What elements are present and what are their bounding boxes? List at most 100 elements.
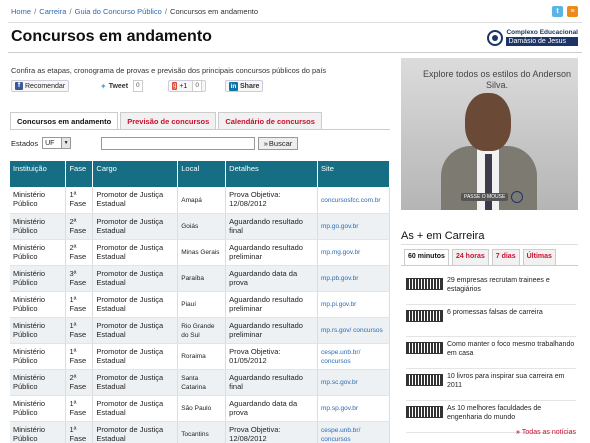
linkedin-label: Share [240,82,260,90]
cell-site[interactable]: concursosfcc.com.br [317,187,390,214]
list-item-title: Como manter o foco mesmo trabalhando em … [447,341,575,357]
ad-figure-tie [485,154,492,210]
popularity-bar [406,310,443,322]
cell-instituicao: Ministério Público [10,395,67,422]
cell-local: Piauí [177,291,227,318]
ad-hover-button[interactable]: PASSE O MOUSE [461,193,509,201]
cell-fase: 1ª Fase [65,395,94,422]
cell-instituicao: Ministério Público [10,291,67,318]
breadcrumb-guia[interactable]: Guia do Concurso Público [75,7,162,16]
cell-site[interactable]: mp.pi.gov.br [317,291,390,318]
facebook-recommend-button[interactable]: f Recomendar [11,80,70,92]
cell-fase: 2ª Fase [65,239,94,266]
cell-site[interactable]: mp.sp.gov.br [317,395,390,422]
todas-noticias-label: Todas as notícias [521,429,576,436]
logo-icon [487,29,504,46]
cell-site[interactable]: mp.rs.gov/ concursos [317,317,390,344]
concursos-table: Instituição Fase Cargo Local Detalhes Si… [10,161,390,443]
gplus-count: 0 [192,80,202,92]
facebook-label: Recomendar [25,82,66,90]
page-title: Concursos em andamento [11,28,212,45]
table-row: Ministério Público 1ª Fase Promotor de Jus… [10,291,390,318]
twitter-bird-icon: ✦ [100,81,107,91]
divider [401,244,578,245]
list-item[interactable]: 29 empresas recrutam trainees e estagiár… [406,273,576,305]
advertisement-banner[interactable]: Explore todos os estilos do Anderson Sil… [401,58,578,210]
breadcrumb-current: Concursos em andamento [170,7,259,16]
cell-local: Tocantins [177,421,227,443]
search-input[interactable] [101,137,255,150]
cell-fase: 1ª Fase [65,291,94,318]
popular-list: 29 empresas recrutam trainees e estagiár… [406,273,576,433]
concursos-tabs: Concursos em andamento Previsão de concu… [10,112,324,130]
twitter-icon[interactable]: t [552,6,563,17]
todas-noticias-link[interactable]: » Todas as notícias [516,429,576,436]
damasio-logo[interactable]: Complexo Educacional Damásio de Jesus [487,29,578,46]
chevron-down-icon: ▼ [61,138,71,148]
tab-ultimas[interactable]: Últimas [522,249,556,265]
cell-site[interactable]: mp.mg.gov.br [317,239,390,266]
header-fase: Fase [65,161,94,187]
tab-calendario[interactable]: Calendário de concursos [218,112,322,130]
tab-em-andamento[interactable]: Concursos em andamento [10,112,119,130]
cell-local: São Paulo [177,395,227,422]
uf-select[interactable]: UF ▼ [42,137,72,149]
cell-local: Paraíba [177,265,227,292]
cell-site[interactable]: mp.pb.gov.br [317,265,390,292]
cell-instituicao: Ministério Público [10,421,67,443]
table-row: Ministério Público 2ª Fase Promotor de Jus… [10,369,390,396]
cell-site[interactable]: mp.sc.gov.br [317,369,390,396]
tab-24-horas[interactable]: 24 horas [451,249,489,265]
cell-instituicao: Ministério Público [10,317,67,344]
cell-site[interactable]: cespe.unb.br/ concursos [317,421,390,443]
breadcrumb-home[interactable]: Home [11,7,31,16]
table-header-row: Instituição Fase Cargo Local Detalhes Si… [10,161,390,187]
search-button[interactable]: » Buscar [258,137,298,150]
cell-detalhes: Aguardando resultado final [225,213,318,240]
cell-detalhes: Prova Objetiva: 01/05/2012 [225,343,318,370]
divider [401,265,578,266]
ad-logo-icon [511,191,523,203]
arrow-icon: » [263,139,268,148]
cell-instituicao: Ministério Público [10,213,67,240]
mais-tabs: 60 minutos 24 horas 7 dias Últimas [404,249,559,265]
mais-em-carreira-title: As + em Carreira [401,230,485,242]
cell-detalhes: Aguardando resultado preliminar [225,239,318,266]
cell-cargo: Promotor de Justiça Estadual [92,343,179,370]
ad-text: Explore todos os estilos do Anderson Sil… [422,69,572,90]
list-item-title: 10 livros para inspirar sua carreira em … [447,373,565,389]
breadcrumb-carreira[interactable]: Carreira [39,7,66,16]
tab-7-dias[interactable]: 7 dias [491,249,520,265]
cell-site[interactable]: mp.go.gov.br [317,213,390,240]
rss-icon[interactable]: ≡ [567,6,578,17]
divider [8,22,582,23]
header-site: Site [317,161,390,187]
cell-detalhes: Aguardando resultado final [225,369,318,396]
logo-line1: Complexo Educacional [506,29,578,36]
cell-local: Minas Gerais [177,239,227,266]
cell-instituicao: Ministério Público [10,265,67,292]
popularity-bar [406,278,443,290]
tweet-button[interactable]: ✦ Tweet 0 [97,80,146,92]
gplus-icon: g [172,82,178,90]
table-row: Ministério Público 2ª Fase Promotor de Jus… [10,213,390,240]
table-row: Ministério Público 1ª Fase Promotor de Jus… [10,343,390,370]
logo-line2: Damásio de Jesus [506,37,578,46]
facebook-icon: f [15,82,23,90]
popularity-bar [406,406,443,418]
cell-fase: 1ª Fase [65,421,94,443]
cell-cargo: Promotor de Justiça Estadual [92,317,179,344]
linkedin-share-button[interactable]: in Share [225,80,264,92]
list-item[interactable]: 6 promessas falsas de carreira [406,305,576,337]
list-item[interactable]: Como manter o foco mesmo trabalhando em … [406,337,576,369]
divider [10,129,390,130]
tab-60-minutos[interactable]: 60 minutos [404,249,449,265]
cell-site[interactable]: cespe.unb.br/ concursos [317,343,390,370]
cell-local: Goiás [177,213,227,240]
popularity-bar [406,374,443,386]
list-item-title: As 10 melhores faculdades de engenharia … [447,405,542,421]
list-item[interactable]: 10 livros para inspirar sua carreira em … [406,369,576,401]
cell-cargo: Promotor de Justiça Estadual [92,369,179,396]
tab-previsao[interactable]: Previsão de concursos [120,112,217,130]
gplus-button[interactable]: g +1 0 [168,80,206,92]
